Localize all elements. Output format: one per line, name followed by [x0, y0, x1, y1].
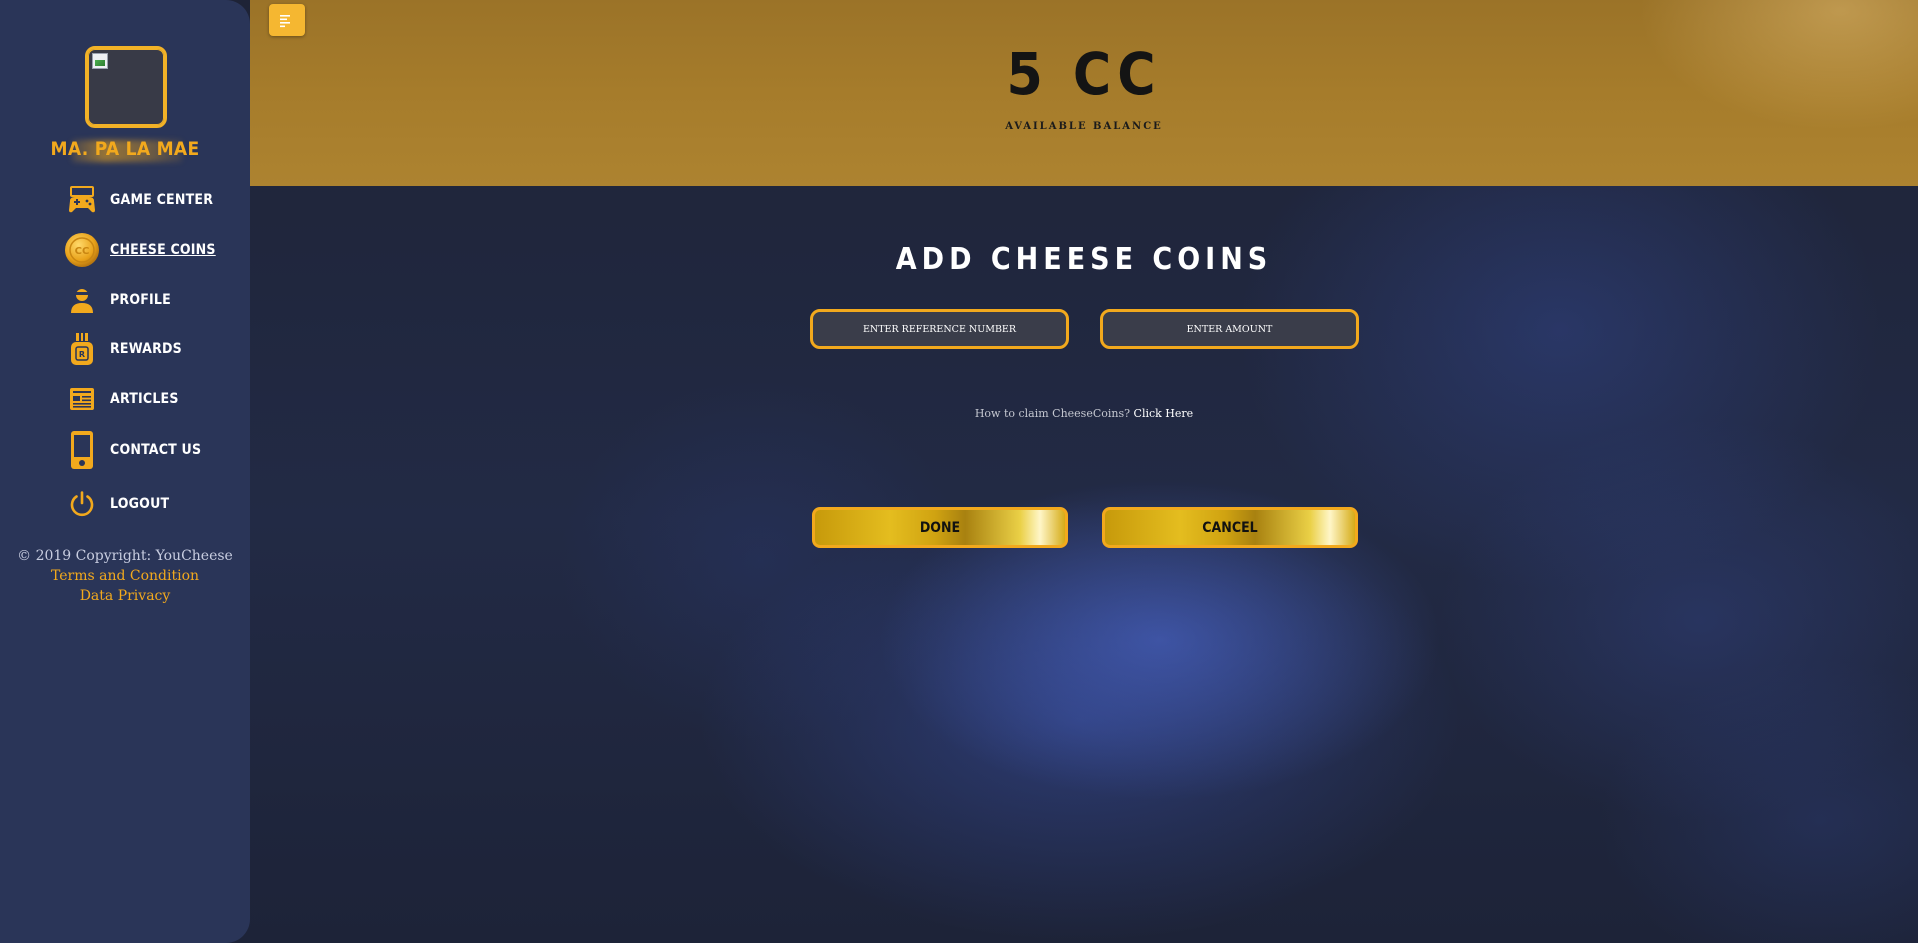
- avatar[interactable]: [85, 46, 167, 128]
- balance-amount: 5 CC: [1006, 40, 1162, 108]
- reference-number-input[interactable]: [810, 309, 1069, 349]
- gamepad-icon: [62, 180, 102, 220]
- phone-icon: [62, 430, 102, 470]
- sidebar-item-label: CHEESE COINS: [110, 242, 216, 258]
- menu-toggle-button[interactable]: [269, 4, 305, 36]
- medal-icon: R: [62, 329, 102, 369]
- claim-question: How to claim CheeseCoins?: [974, 407, 1131, 420]
- sidebar-item-label: GAME CENTER: [110, 192, 214, 208]
- claim-help-link[interactable]: Click Here: [1134, 407, 1194, 420]
- svg-text:CC: CC: [75, 246, 90, 257]
- sidebar-item-logout[interactable]: LOGOUT: [62, 484, 242, 524]
- done-button[interactable]: DONE: [812, 507, 1068, 548]
- balance-label: AVAILABLE BALANCE: [1005, 121, 1163, 132]
- amount-input[interactable]: [1100, 309, 1359, 349]
- username: MA. PA LA MAE: [50, 138, 200, 160]
- broken-image-icon: [92, 53, 108, 69]
- sidebar-item-label: CONTACT US: [110, 442, 202, 458]
- sidebar-item-rewards[interactable]: R REWARDS: [62, 329, 242, 369]
- form-title: ADD CHEESE COINS: [895, 242, 1273, 277]
- sidebar-item-articles[interactable]: ARTICLES: [62, 379, 242, 419]
- user-icon: [62, 280, 102, 320]
- cancel-button[interactable]: CANCEL: [1102, 507, 1358, 548]
- privacy-link[interactable]: Data Privacy: [0, 588, 250, 604]
- power-icon: [62, 484, 102, 524]
- sidebar-item-label: PROFILE: [110, 292, 171, 308]
- sidebar-item-label: REWARDS: [110, 341, 182, 357]
- sidebar-item-profile[interactable]: PROFILE: [62, 280, 242, 320]
- terms-link[interactable]: Terms and Condition: [0, 568, 250, 584]
- menu-icon: [280, 13, 294, 28]
- newspaper-icon: [62, 379, 102, 419]
- copyright-text: © 2019 Copyright: YouCheese: [17, 548, 233, 564]
- sidebar-item-game-center[interactable]: GAME CENTER: [62, 180, 242, 220]
- svg-text:R: R: [79, 350, 85, 359]
- sidebar: MA. PA LA MAE GAME CENTER CC CHEESE COIN…: [0, 0, 250, 943]
- sidebar-item-cheese-coins[interactable]: CC CHEESE COINS: [62, 230, 242, 270]
- cheese-coin-icon: CC: [62, 230, 102, 270]
- claim-instructions: How to claim CheeseCoins? Click Here: [250, 407, 1918, 420]
- sidebar-item-label: LOGOUT: [110, 496, 170, 512]
- sidebar-item-contact-us[interactable]: CONTACT US: [62, 430, 242, 470]
- sidebar-item-label: ARTICLES: [110, 391, 179, 407]
